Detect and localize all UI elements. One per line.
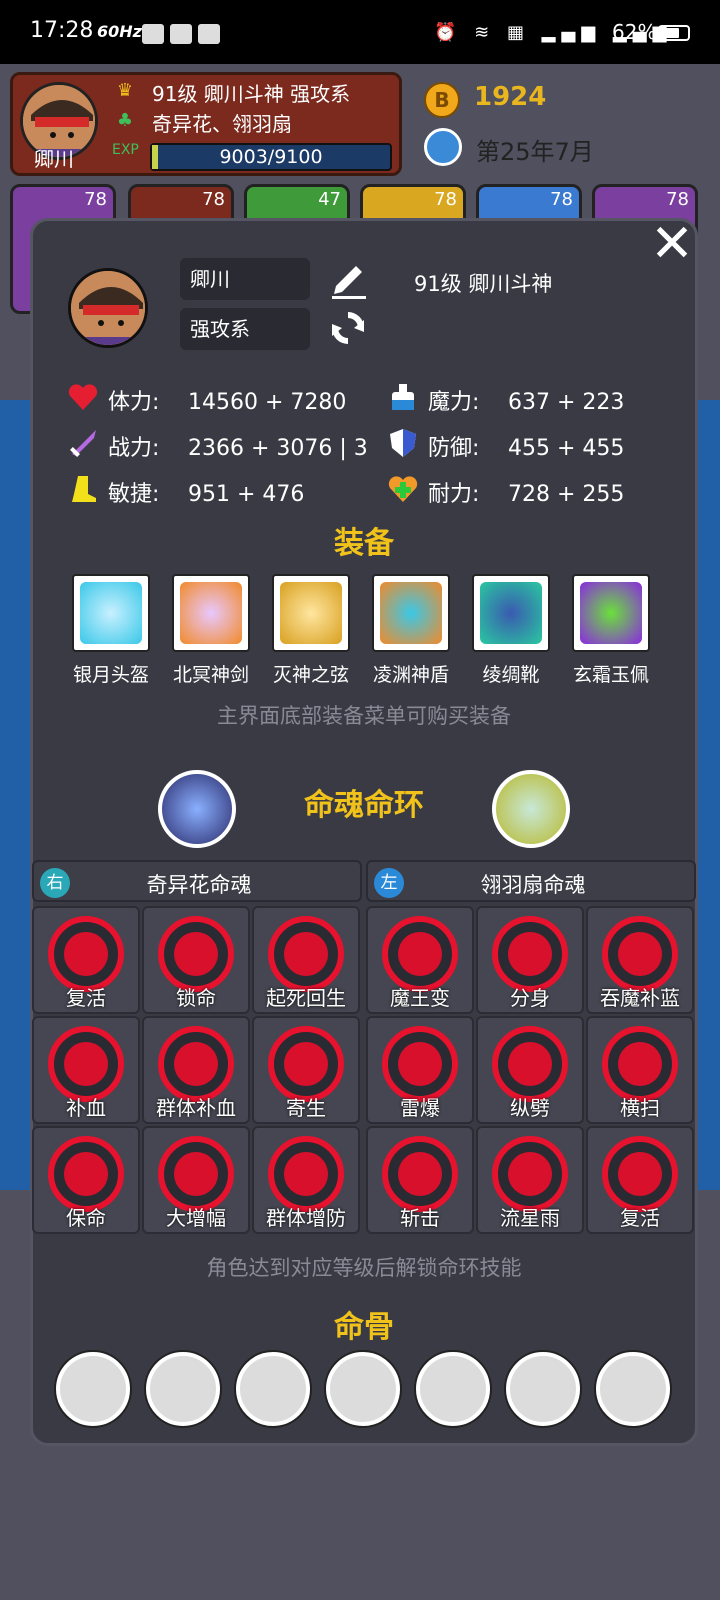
stat-mp: 魔力: 637 + 223 — [428, 390, 625, 415]
edit-icon[interactable] — [326, 256, 370, 300]
soul-bone-slot[interactable] — [236, 1352, 310, 1426]
equip-boots[interactable] — [472, 574, 550, 652]
soul-icon: ♣ — [116, 110, 134, 131]
game-date: 第25年7月 — [476, 138, 594, 166]
notification-icon — [198, 24, 220, 44]
notification-icon — [142, 24, 164, 44]
equip-hint: 主界面底部装备菜单可购买装备 — [217, 704, 511, 728]
character-title: 91级 卿川斗神 — [414, 272, 553, 296]
skill-tile[interactable]: 复活 — [32, 906, 140, 1014]
refresh-icon[interactable] — [326, 306, 370, 350]
skill-tile[interactable]: 群体增防 — [252, 1126, 360, 1234]
battery-percent: 62% — [612, 20, 657, 44]
skill-tile[interactable]: 群体补血 — [142, 1016, 250, 1124]
soul-bone-slot[interactable] — [326, 1352, 400, 1426]
skill-tile[interactable]: 复活 — [586, 1126, 694, 1234]
notification-icon — [170, 24, 192, 44]
clock-time: 17:28 — [30, 18, 94, 43]
player-level-title: 91级 卿川斗神 强攻系 — [152, 82, 351, 106]
stat-attack: 战力: 2366 + 3076 | 3 — [108, 436, 368, 461]
skill-hint: 角色达到对应等级后解锁命环技能 — [206, 1256, 522, 1280]
right-soul-header: 右 奇异花命魂 — [32, 860, 362, 902]
skill-tile[interactable]: 大增幅 — [142, 1126, 250, 1234]
equipment-title: 装备 — [334, 526, 394, 561]
type-field: 强攻系 — [180, 308, 310, 350]
skill-tile[interactable]: 补血 — [32, 1016, 140, 1124]
skill-tile[interactable]: 锁命 — [142, 906, 250, 1014]
stat-defense: 防御: 455 + 455 — [428, 436, 625, 461]
calendar-clock-icon — [424, 128, 462, 166]
equip-name: 凌渊神盾 — [372, 664, 449, 686]
skill-tile[interactable]: 寄生 — [252, 1016, 360, 1124]
soul-bone-slot[interactable] — [506, 1352, 580, 1426]
skill-tile[interactable]: 纵劈 — [476, 1016, 584, 1124]
equip-name: 绫绸靴 — [482, 664, 540, 686]
exp-text: 9003/9100 — [219, 146, 323, 168]
sword-icon — [70, 430, 96, 457]
equip-sword[interactable] — [172, 574, 250, 652]
left-soul-header: 左 翎羽扇命魂 — [366, 860, 696, 902]
skill-tile[interactable]: 魔王变 — [366, 906, 474, 1014]
equip-pendant[interactable] — [572, 574, 650, 652]
stat-agility: 敏捷: 951 + 476 — [108, 482, 305, 507]
equip-name: 北冥神剑 — [172, 664, 249, 686]
skill-tile[interactable]: 横扫 — [586, 1016, 694, 1124]
equip-name: 银月头盔 — [72, 664, 149, 686]
equip-name: 玄霜玉佩 — [572, 664, 649, 686]
equip-shield[interactable] — [372, 574, 450, 652]
skill-tile[interactable]: 流星雨 — [476, 1126, 584, 1234]
close-button[interactable]: ✕ — [648, 218, 696, 270]
soul-bone-slot[interactable] — [146, 1352, 220, 1426]
skill-tile[interactable]: 起死回生 — [252, 906, 360, 1014]
soul-bone-slot[interactable] — [416, 1352, 490, 1426]
left-soul-name: 翎羽扇命魂 — [480, 873, 586, 897]
boot-icon — [72, 476, 96, 502]
equip-bow[interactable] — [272, 574, 350, 652]
right-soul-name: 奇异花命魂 — [146, 873, 252, 897]
soul-bone-slot[interactable] — [56, 1352, 130, 1426]
soul-bone-title: 命骨 — [334, 1310, 394, 1345]
exp-icon: EXP — [112, 142, 139, 158]
player-name: 卿川 — [34, 147, 74, 171]
name-field[interactable]: 卿川 — [180, 258, 310, 300]
soul-ring-title: 命魂命环 — [304, 788, 424, 823]
skill-tile[interactable]: 雷爆 — [366, 1016, 474, 1124]
skill-tile[interactable]: 分身 — [476, 906, 584, 1014]
exp-bar: 9003/9100 — [150, 143, 392, 171]
battery-icon — [658, 25, 690, 41]
refresh-rate: 60Hz — [97, 22, 142, 41]
heart-icon — [68, 384, 98, 410]
coin-icon: B — [424, 82, 460, 118]
skill-tile[interactable]: 保命 — [32, 1126, 140, 1234]
shield-icon — [390, 429, 416, 457]
stat-hp: 体力: 14560 + 7280 — [108, 390, 347, 415]
equip-name: 灭神之弦 — [272, 664, 349, 686]
crown-icon: ♛ — [116, 80, 134, 101]
skill-tile[interactable]: 吞魔补蓝 — [586, 906, 694, 1014]
soul-bone-slot[interactable] — [596, 1352, 670, 1426]
status-bar: 17:28 60Hz ⏰ ≋ ▦ ▂▄▆ ▂▄▆ 62% — [0, 0, 720, 64]
potion-icon — [392, 384, 414, 410]
coin-count: 1924 — [474, 82, 547, 112]
equip-helmet[interactable] — [72, 574, 150, 652]
player-souls: 奇异花、翎羽扇 — [152, 112, 292, 136]
stat-stamina: 耐力: 728 + 255 — [428, 482, 625, 507]
character-avatar — [68, 268, 148, 348]
skill-tile[interactable]: 斩击 — [366, 1126, 474, 1234]
health-heart-icon — [388, 476, 418, 502]
